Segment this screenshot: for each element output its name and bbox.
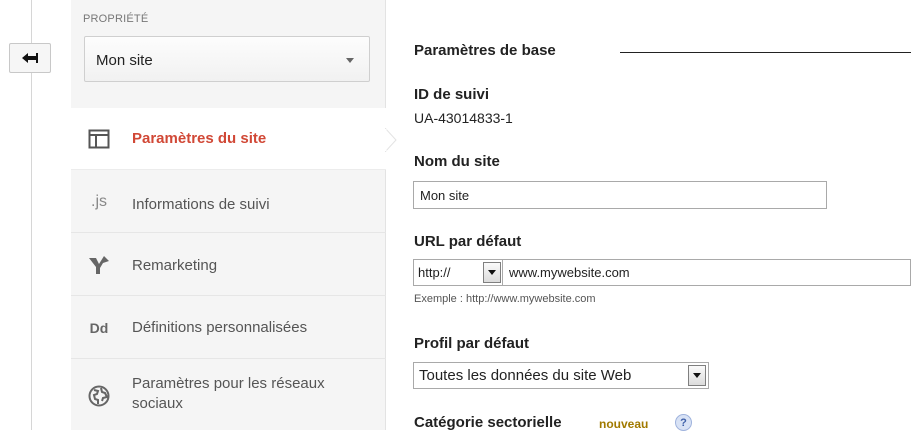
url-example-hint: Exemple : http://www.mywebsite.com <box>414 293 596 305</box>
dd-icon: Dd <box>87 317 111 339</box>
property-selected-value: Mon site <box>96 52 153 69</box>
url-input[interactable]: www.mywebsite.com <box>503 259 911 286</box>
default-profile-label: Profil par défaut <box>414 335 530 352</box>
nav-item-label-line2: sociaux <box>132 395 183 412</box>
globe-icon <box>87 385 111 407</box>
nav-item-site-settings[interactable]: Paramètres du site <box>71 108 386 170</box>
nav-item-label: Informations de suivi <box>132 196 270 213</box>
nav-item-label: Remarketing <box>132 257 218 274</box>
url-input-value: www.mywebsite.com <box>509 265 630 280</box>
back-button[interactable] <box>9 43 51 73</box>
site-name-label: Nom du site <box>414 153 500 170</box>
section-title: Paramètres de base <box>414 42 556 59</box>
new-badge: nouveau <box>599 417 649 431</box>
help-icon-text: ? <box>680 416 687 429</box>
nav-item-label: Paramètres du site <box>132 130 267 147</box>
chevron-down-icon <box>346 58 354 63</box>
default-profile-select[interactable]: Toutes les données du site Web <box>413 362 709 389</box>
protocol-select-value: http:// <box>418 265 451 280</box>
nav-item-tracking-info[interactable]: .js Informations de suivi <box>71 171 386 233</box>
nav-item-remarketing[interactable]: Remarketing <box>71 234 386 296</box>
default-profile-value: Toutes les données du site Web <box>419 367 632 384</box>
chevron-down-icon <box>488 270 496 275</box>
js-icon: .js <box>87 191 111 213</box>
nav-item-social-settings[interactable]: Paramètres pour les réseaux sociaux <box>71 360 386 430</box>
property-label: PROPRIÉTÉ <box>83 13 149 25</box>
js-icon-text: .js <box>91 193 107 210</box>
nav-item-label-line1: Paramètres pour les réseaux <box>132 375 325 392</box>
dd-icon-text: Dd <box>89 320 109 336</box>
default-profile-dropdown-button[interactable] <box>688 365 706 386</box>
default-url-label: URL par défaut <box>414 233 522 250</box>
layout-icon <box>87 128 111 150</box>
remarketing-icon <box>87 254 111 276</box>
section-divider <box>620 52 911 53</box>
protocol-dropdown-button[interactable] <box>483 262 501 283</box>
category-label: Catégorie sectorielle <box>414 414 562 431</box>
tracking-id-value: UA-43014833-1 <box>414 110 513 126</box>
chevron-down-icon <box>693 373 701 378</box>
nav-item-custom-definitions[interactable]: Dd Définitions personnalisées <box>71 297 386 359</box>
nav-item-label: Définitions personnalisées <box>132 319 308 336</box>
tracking-id-label: ID de suivi <box>414 86 490 103</box>
site-name-input-value: Mon site <box>420 187 470 203</box>
site-name-input[interactable]: Mon site <box>413 181 827 209</box>
help-icon[interactable]: ? <box>675 414 692 431</box>
active-pointer-icon <box>385 128 397 152</box>
arrow-left-icon <box>22 53 38 63</box>
nav-item-label: Paramètres pour les réseaux sociaux <box>132 374 325 414</box>
